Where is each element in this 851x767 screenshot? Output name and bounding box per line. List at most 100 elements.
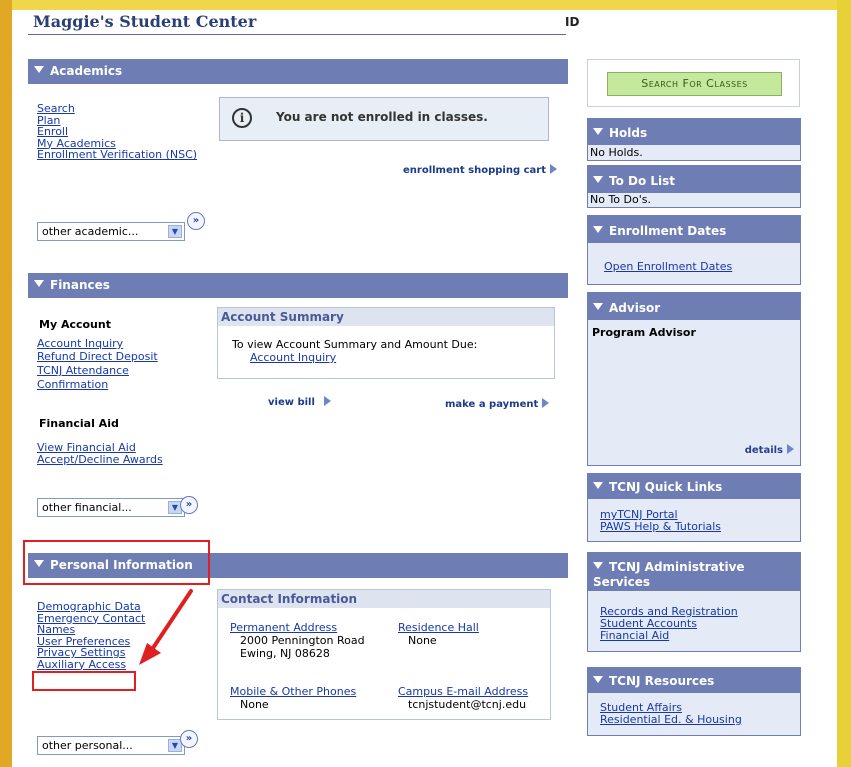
quick-links-header-label: TCNJ Quick Links: [609, 480, 723, 494]
residence-hall-value: None: [408, 634, 437, 647]
holds-header: Holds: [587, 118, 801, 144]
personal-info-highlight-box: [23, 540, 210, 585]
enrollment-dates-header-label: Enrollment Dates: [609, 224, 727, 238]
enrollment-notice: i You are not enrolled in classes.: [219, 97, 549, 141]
search-classes-panel: Search For Classes: [587, 59, 800, 107]
view-bill-link[interactable]: view bill: [268, 396, 331, 408]
collapse-triangle-icon: [593, 128, 603, 135]
enrollment-dates-panel: Enrollment Dates Open Enrollment Dates: [587, 215, 801, 285]
title-divider: [28, 34, 566, 35]
holds-header-label: Holds: [609, 126, 648, 140]
resources-header: TCNJ Resources: [587, 667, 801, 692]
admin-services-body: Records and Registration Student Account…: [587, 590, 801, 652]
quick-links-body: myTCNJ Portal PAWS Help & Tutorials: [587, 498, 801, 542]
details-link[interactable]: details: [745, 444, 794, 456]
other-academic-value: other academic...: [42, 225, 139, 238]
my-account-heading: My Account: [39, 318, 111, 331]
chevron-down-icon: ▼: [168, 225, 182, 238]
collapse-triangle-icon: [593, 303, 603, 310]
admin-services-header: TCNJ Administrative Services: [587, 552, 801, 590]
search-for-classes-button[interactable]: Search For Classes: [607, 72, 782, 96]
shopping-cart-link[interactable]: enrollment shopping cart: [403, 164, 557, 176]
holds-text: No Holds.: [587, 144, 801, 161]
financial-go-button[interactable]: »: [180, 496, 198, 514]
collapse-triangle-icon: [593, 176, 603, 183]
enrollment-verification-link[interactable]: Enrollment Verification (NSC): [37, 148, 197, 161]
red-arrow-icon: [139, 589, 193, 665]
finances-header[interactable]: Finances: [28, 273, 568, 298]
attendance-link[interactable]: TCNJ Attendance: [37, 364, 129, 377]
refund-direct-deposit-link[interactable]: Refund Direct Deposit: [37, 350, 158, 363]
auxiliary-access-link[interactable]: Auxiliary Access: [37, 658, 126, 671]
quick-links-header: TCNJ Quick Links: [587, 473, 801, 498]
enrollment-dates-header: Enrollment Dates: [587, 215, 801, 242]
contact-information-box: Contact Information Permanent Address 20…: [217, 589, 551, 720]
account-links: Account Inquiry Refund Direct Deposit TC…: [37, 337, 158, 392]
advisor-panel: Advisor Program Advisor details: [587, 292, 801, 466]
collapse-triangle-icon: [34, 66, 44, 73]
finances-header-label: Finances: [50, 278, 110, 292]
resources-panel: TCNJ Resources Student Affairs Residenti…: [587, 667, 801, 736]
collapse-triangle-icon: [593, 562, 603, 569]
other-academic-select[interactable]: other academic... ▼: [37, 222, 185, 241]
academic-go-button[interactable]: »: [187, 212, 205, 230]
account-inquiry-summary-link[interactable]: Account Inquiry: [250, 351, 336, 364]
make-payment-link[interactable]: make a payment: [445, 398, 550, 410]
account-summary-text: To view Account Summary and Amount Due:: [232, 338, 478, 351]
permanent-address-link[interactable]: Permanent Address: [230, 621, 337, 634]
academics-header[interactable]: Academics: [28, 59, 568, 84]
academics-header-label: Academics: [50, 64, 123, 78]
id-label: ID: [565, 15, 580, 29]
todo-header: To Do List: [587, 165, 801, 192]
info-icon: i: [232, 108, 252, 128]
window-frame-top: [0, 0, 851, 10]
arrow-right-icon: [323, 396, 331, 406]
other-personal-value: other personal...: [42, 739, 133, 752]
enrollment-notice-text: You are not enrolled in classes.: [276, 110, 488, 124]
address-line1: 2000 Pennington Road: [240, 634, 365, 647]
advisor-header-label: Advisor: [609, 301, 661, 315]
confirmation-link[interactable]: Confirmation: [37, 378, 108, 391]
page-title: Maggie's Student Center: [33, 12, 257, 31]
advisor-header: Advisor: [587, 292, 801, 319]
phones-link[interactable]: Mobile & Other Phones: [230, 685, 356, 698]
auxiliary-access-highlight-box: [32, 671, 136, 691]
financial-aid-heading: Financial Aid: [39, 417, 119, 430]
window-frame-right: [837, 0, 851, 767]
residential-housing-link[interactable]: Residential Ed. & Housing: [600, 713, 742, 726]
arrow-right-icon: [787, 444, 794, 454]
resources-header-label: TCNJ Resources: [609, 674, 715, 688]
personal-go-button[interactable]: »: [180, 730, 198, 748]
admin-services-header-label: TCNJ Administrative Services: [593, 560, 745, 589]
arrow-right-icon: [549, 164, 557, 174]
enrollment-dates-body: Open Enrollment Dates: [587, 242, 801, 285]
campus-email-link[interactable]: Campus E-mail Address: [398, 685, 528, 698]
quick-links-panel: TCNJ Quick Links myTCNJ Portal PAWS Help…: [587, 473, 801, 542]
financial-aid-link[interactable]: Financial Aid: [600, 629, 669, 642]
window-frame-left: [0, 0, 12, 767]
todo-text: No To Do's.: [587, 192, 801, 208]
other-financial-select[interactable]: other financial... ▼: [37, 498, 185, 517]
accept-decline-awards-link[interactable]: Accept/Decline Awards: [37, 453, 163, 466]
collapse-triangle-icon: [34, 280, 44, 287]
view-bill-label: view bill: [268, 397, 315, 408]
residence-hall-link[interactable]: Residence Hall: [398, 621, 479, 634]
paws-help-link[interactable]: PAWS Help & Tutorials: [600, 520, 721, 533]
open-enrollment-dates-link[interactable]: Open Enrollment Dates: [604, 260, 732, 273]
other-personal-select[interactable]: other personal... ▼: [37, 736, 185, 755]
phones-value: None: [240, 698, 269, 711]
contact-information-title: Contact Information: [218, 590, 550, 608]
arrow-right-icon: [542, 398, 550, 408]
shopping-cart-label: enrollment shopping cart: [403, 165, 546, 176]
aid-links: View Financial Aid Accept/Decline Awards: [37, 442, 163, 465]
academics-links: Search Plan Enroll My Academics Enrollme…: [37, 103, 197, 161]
make-payment-label: make a payment: [445, 399, 539, 410]
program-advisor-label: Program Advisor: [592, 326, 696, 339]
account-summary-title: Account Summary: [218, 308, 554, 326]
account-summary-box: Account Summary To view Account Summary …: [217, 307, 555, 379]
account-inquiry-link[interactable]: Account Inquiry: [37, 337, 123, 350]
resources-body: Student Affairs Residential Ed. & Housin…: [587, 692, 801, 736]
collapse-triangle-icon: [593, 482, 603, 489]
details-label: details: [744, 445, 783, 456]
address-line2: Ewing, NJ 08628: [240, 647, 330, 660]
